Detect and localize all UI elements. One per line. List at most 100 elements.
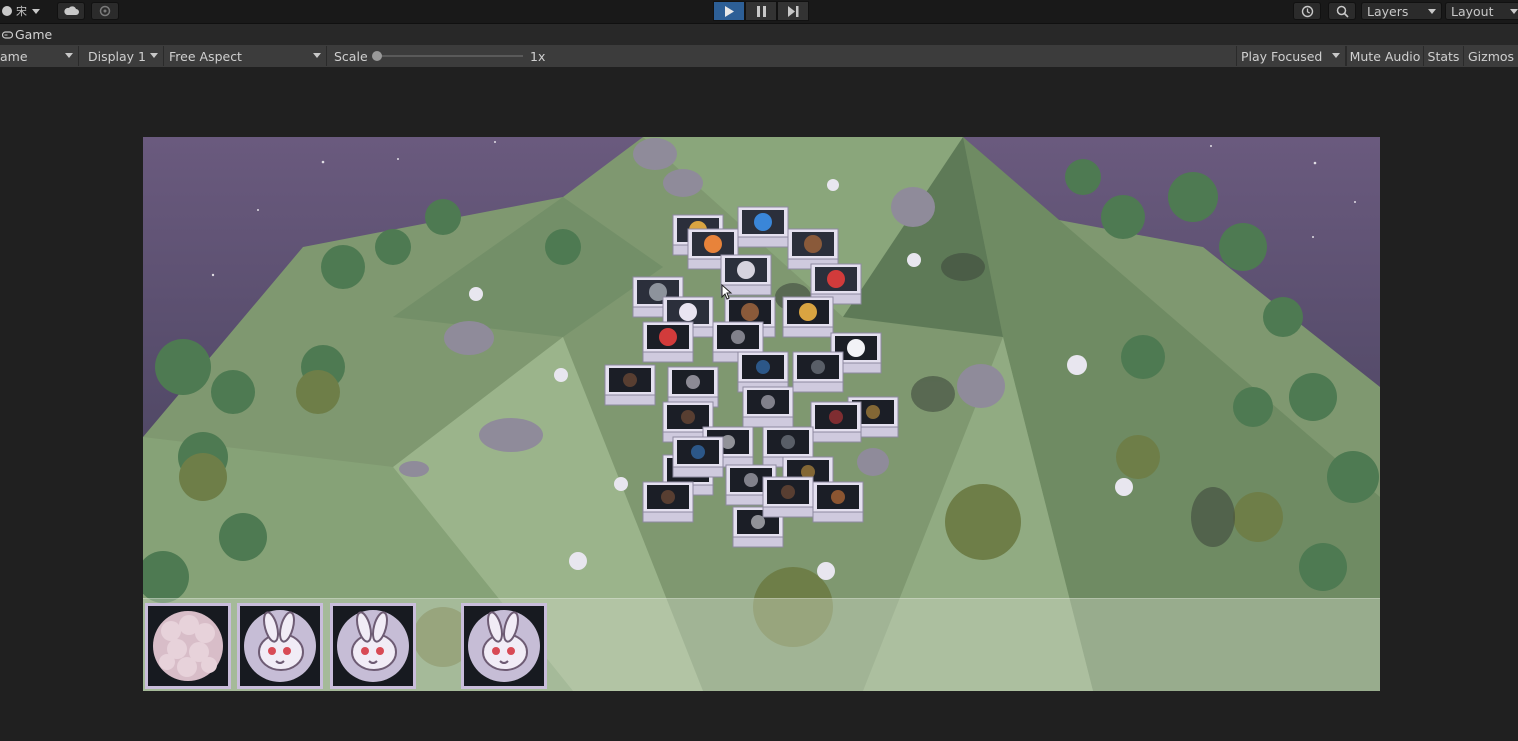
rabbit-icon: [679, 303, 697, 321]
layout-dropdown[interactable]: Layout: [1445, 2, 1518, 20]
scale-label: Scale: [334, 49, 368, 64]
display-dropdown[interactable]: Display 1: [84, 46, 164, 66]
mahjong-tile[interactable]: [667, 366, 719, 408]
mahjong-tile[interactable]: [672, 436, 724, 478]
account-dropdown[interactable]: 宋: [2, 2, 52, 20]
top-toolbar: 宋 Layers Layout: [0, 0, 1518, 24]
log-icon: [741, 303, 759, 321]
game-scene[interactable]: [143, 137, 1380, 691]
step-button[interactable]: [777, 1, 809, 21]
milk-jug-icon: [847, 339, 865, 357]
carrot-icon: [704, 235, 722, 253]
log-icon: [661, 490, 675, 504]
layout-label: Layout: [1451, 3, 1494, 19]
log-icon: [781, 485, 795, 499]
mahjong-tile[interactable]: [642, 321, 694, 363]
rabbit-icon: [244, 610, 316, 682]
chevron-down-icon: [1332, 53, 1340, 58]
tab-bar: Game: [0, 24, 1518, 45]
hay-bale-icon: [866, 405, 880, 419]
chevron-down-icon: [150, 53, 158, 58]
cloud-button[interactable]: [57, 2, 85, 20]
game-toolbar: ame Display 1 Free Aspect Scale 1x Play …: [0, 45, 1518, 68]
log-icon: [623, 373, 637, 387]
mahjong-tile[interactable]: [737, 351, 789, 393]
stats-button[interactable]: Stats: [1423, 46, 1463, 66]
hay-bale-icon: [799, 303, 817, 321]
account-icon: [2, 6, 12, 16]
mahjong-tile[interactable]: [810, 401, 862, 443]
play-icon: [725, 5, 734, 17]
chevron-down-icon: [1428, 9, 1436, 14]
pause-button[interactable]: [745, 1, 777, 21]
wool-ball-icon: [744, 473, 758, 487]
water-bowl-icon: [754, 213, 772, 231]
cloud-icon: [64, 6, 79, 15]
aspect-dropdown[interactable]: Free Aspect: [165, 46, 327, 66]
scale-slider-track[interactable]: [380, 55, 523, 57]
rabbit-icon: [337, 610, 409, 682]
play-controls: [713, 1, 809, 21]
collab-button[interactable]: [91, 2, 119, 20]
game-viewport: [0, 67, 1518, 741]
mahjong-tile[interactable]: [792, 351, 844, 393]
game-view-dropdown[interactable]: ame: [0, 46, 79, 66]
mahjong-tile[interactable]: [782, 296, 834, 338]
pruning-shears-icon: [827, 270, 845, 288]
layers-dropdown[interactable]: Layers: [1361, 2, 1442, 20]
mahjong-tile[interactable]: [787, 228, 839, 270]
mahjong-tile[interactable]: [642, 481, 694, 523]
mahjong-tile[interactable]: [737, 206, 789, 248]
rabbit-icon: [468, 610, 540, 682]
chevron-down-icon: [65, 53, 73, 58]
history-button[interactable]: [1293, 2, 1321, 20]
wool-ball-icon: [737, 261, 755, 279]
scale-slider-handle[interactable]: [372, 51, 382, 61]
tray-slot-3[interactable]: [330, 603, 416, 689]
mute-audio-label: Mute Audio: [1349, 48, 1421, 64]
play-mode-label: Play Focused: [1241, 48, 1323, 64]
mahjong-tile[interactable]: [762, 476, 814, 518]
mahjong-tile[interactable]: [812, 481, 864, 523]
layers-label: Layers: [1367, 3, 1409, 19]
play-button[interactable]: [713, 1, 745, 21]
gizmos-label: Gizmos: [1467, 48, 1515, 64]
play-mode-dropdown[interactable]: Play Focused: [1236, 46, 1346, 66]
rabbit-icon: [686, 375, 700, 389]
tray-slot-4[interactable]: [461, 603, 547, 689]
scale-value: 1x: [530, 49, 546, 64]
wool-ball-icon: [761, 395, 775, 409]
mute-audio-button[interactable]: Mute Audio: [1346, 46, 1423, 66]
account-label: 宋: [16, 5, 27, 18]
tray-slot-2[interactable]: [237, 603, 323, 689]
history-icon: [1301, 5, 1313, 17]
water-bowl-icon: [756, 360, 770, 374]
game-view-label: ame: [0, 48, 28, 64]
mahjong-tile[interactable]: [742, 386, 794, 428]
wool-ball-icon: [153, 611, 223, 681]
display-label: Display 1: [88, 48, 147, 64]
pruning-shears-icon: [659, 328, 677, 346]
gamepad-icon: [2, 30, 13, 39]
collection-tray: [143, 598, 1380, 691]
tray-slot-1[interactable]: [145, 603, 231, 689]
chevron-down-icon: [313, 53, 321, 58]
stats-label: Stats: [1427, 48, 1460, 64]
tab-game-label: Game: [15, 27, 53, 42]
step-icon: [787, 5, 798, 17]
search-icon: [1336, 5, 1349, 18]
water-bowl-icon: [691, 445, 705, 459]
tab-game[interactable]: Game: [0, 24, 52, 45]
mahjong-tile[interactable]: [604, 364, 656, 406]
search-button[interactable]: [1328, 2, 1356, 20]
carrot-icon: [831, 490, 845, 504]
chevron-down-icon: [32, 8, 40, 14]
aspect-label: Free Aspect: [169, 48, 242, 64]
tile-layer: [604, 206, 899, 548]
pause-icon: [756, 5, 766, 17]
mouse-cursor-icon: [721, 284, 733, 300]
gizmos-button[interactable]: Gizmos: [1463, 46, 1518, 66]
chevron-down-icon: [1510, 9, 1518, 14]
pitchfork-icon: [811, 360, 825, 374]
log-icon: [681, 410, 695, 424]
